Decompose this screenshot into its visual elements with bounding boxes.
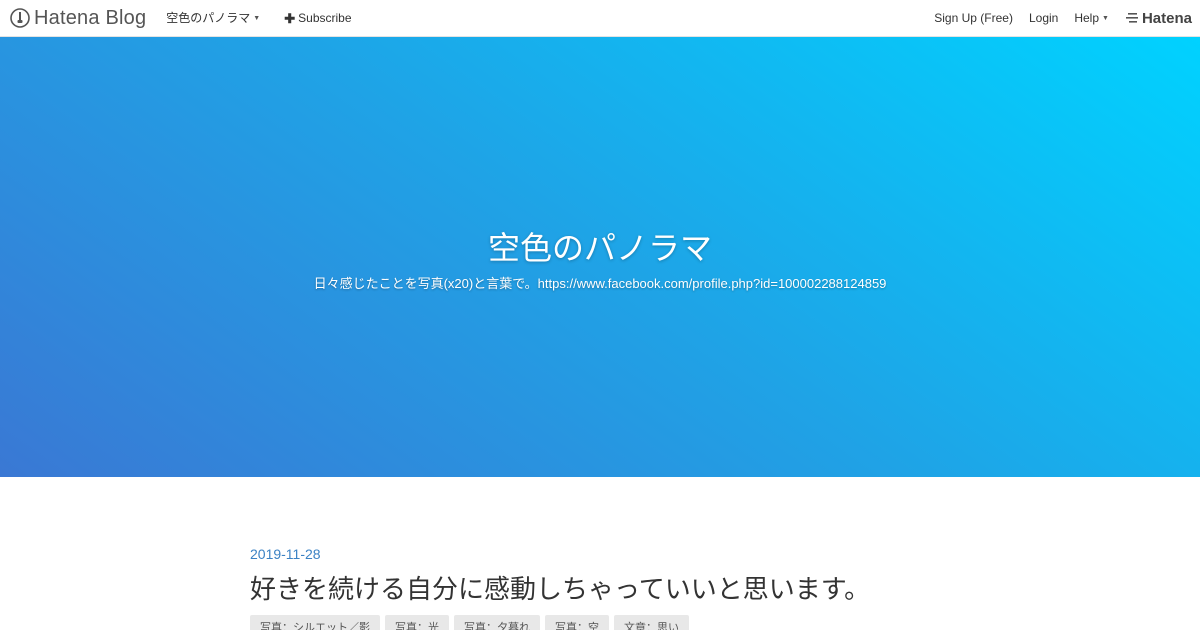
- blog-header: 空色のパノラマ 日々感じたことを写真(x20)と言葉で。https://www.…: [0, 37, 1200, 477]
- category-tag[interactable]: 写真：光: [385, 615, 449, 630]
- subscribe-label: Subscribe: [298, 10, 352, 25]
- hatena-blog-logo[interactable]: Hatena Blog: [10, 0, 146, 37]
- login-link[interactable]: Login: [1029, 0, 1058, 37]
- help-label: Help: [1074, 10, 1100, 25]
- category-tag[interactable]: 写真：夕暮れ: [454, 615, 540, 630]
- entry-categories: 写真：シルエット／影 写真：光 写真：夕暮れ 写真：空 文章：思い: [250, 615, 950, 630]
- hatena-logo[interactable]: Hatena: [1125, 9, 1192, 27]
- category-tag[interactable]: 文章：思い: [614, 615, 689, 630]
- blog-menu-label: 空色のパノラマ: [166, 10, 251, 25]
- help-dropdown[interactable]: Help ▼: [1074, 0, 1109, 37]
- blog-menu-dropdown[interactable]: 空色のパノラマ ▼: [166, 0, 260, 37]
- blog-title[interactable]: 空色のパノラマ: [0, 223, 1200, 269]
- category-tag[interactable]: 写真：空: [545, 615, 609, 630]
- hatena-blog-icon: [10, 8, 30, 28]
- subscribe-button[interactable]: ✚ Subscribe: [284, 0, 351, 37]
- blog-description: 日々感じたことを写真(x20)と言葉で。https://www.facebook…: [313, 276, 887, 291]
- hatena-logo-text: Hatena: [1141, 9, 1192, 27]
- global-header: Hatena Blog 空色のパノラマ ▼ ✚ Subscribe Sign U…: [0, 0, 1200, 37]
- entry-title[interactable]: 好きを続ける自分に感動しちゃっていいと思います。: [250, 569, 950, 606]
- category-tag[interactable]: 写真：シルエット／影: [250, 615, 380, 630]
- chevron-down-icon: ▼: [1102, 14, 1109, 22]
- entry: 2019-11-28 好きを続ける自分に感動しちゃっていいと思います。 写真：シ…: [250, 546, 950, 630]
- hatena-bars-icon: [1125, 13, 1138, 23]
- signup-link[interactable]: Sign Up (Free): [934, 0, 1013, 37]
- account-nav: Sign Up (Free) Login Help ▼ Hatena: [934, 0, 1192, 37]
- chevron-down-icon: ▼: [253, 14, 261, 22]
- plus-icon: ✚: [284, 10, 296, 26]
- entry-date[interactable]: 2019-11-28: [250, 546, 950, 562]
- brand-name: Hatena Blog: [34, 6, 147, 29]
